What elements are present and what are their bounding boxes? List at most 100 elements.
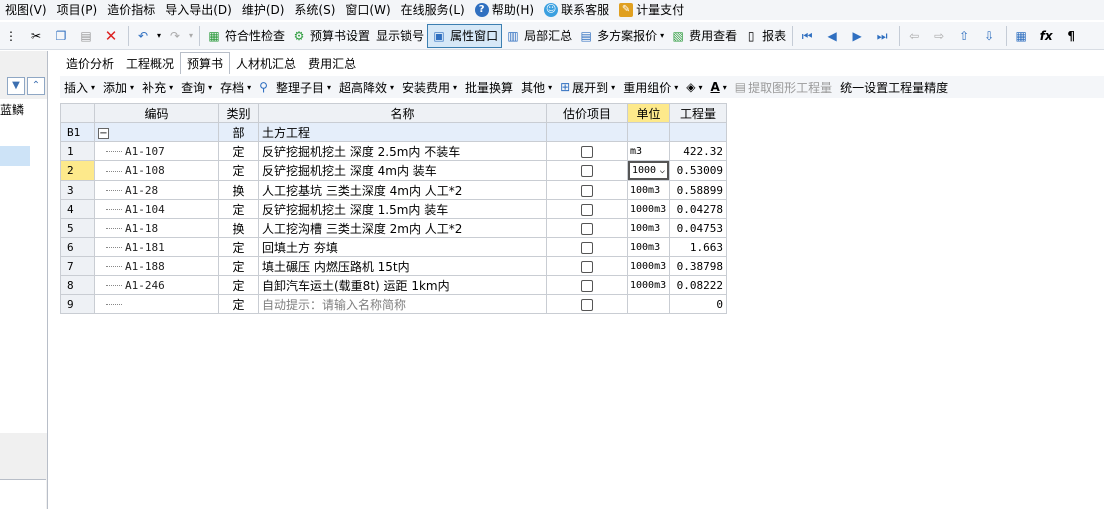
budget-settings-button[interactable]: ⚙ 预算书设置	[288, 24, 373, 48]
unit-cell[interactable]: m3	[627, 141, 670, 161]
name-cell[interactable]: 反铲挖掘机挖土 深度 2.5m内 不装车	[258, 141, 547, 161]
category-cell[interactable]: 定	[218, 199, 259, 219]
qty-cell[interactable]: 0.04278	[669, 199, 727, 219]
tree-selected-item[interactable]	[0, 146, 30, 166]
name-cell[interactable]: 自动提示：请输入名称简称	[258, 294, 547, 314]
install-fee-button[interactable]: 安装费用 ▾	[398, 77, 461, 97]
unit-cell[interactable]: 1000m3	[627, 199, 670, 219]
table-row[interactable]: 9 定 自动提示：请输入名称简称 0	[60, 294, 727, 314]
name-cell[interactable]: 人工挖基坑 三类土深度 4m内 人工*2	[258, 180, 547, 200]
table-row[interactable]: 5 A1-18 换 人工挖沟槽 三类土深度 2m内 人工*2 100m3 0.0…	[60, 218, 727, 238]
move-up-button[interactable]: ⇧	[953, 24, 978, 48]
category-cell[interactable]: 定	[218, 160, 259, 181]
last-button[interactable]: ⏭	[871, 24, 896, 48]
code-cell[interactable]: A1-104	[94, 199, 219, 219]
estimate-checkbox[interactable]	[581, 145, 593, 158]
table-row[interactable]: 7 A1-188 定 填土碾压 内燃压路机 15t内 1000m3 0.3879…	[60, 256, 727, 276]
unit-cell[interactable]	[627, 294, 670, 314]
show-lock-button[interactable]: 显示锁号	[373, 24, 427, 48]
menu-project[interactable]: 项目(P)	[52, 0, 103, 20]
fill-color-button[interactable]: ◈ ▾	[682, 77, 706, 97]
name-cell[interactable]: 自卸汽车运土(载重8t) 运距 1km内	[258, 275, 547, 295]
partial-summary-button[interactable]: ▥ 局部汇总	[502, 24, 575, 48]
code-cell[interactable]: −	[94, 122, 219, 142]
category-cell[interactable]: 换	[218, 218, 259, 238]
header-code[interactable]: 编码	[94, 103, 219, 123]
font-color-button[interactable]: A ▾	[706, 77, 730, 97]
tab-budget-book[interactable]: 预算书	[180, 52, 231, 74]
header-name[interactable]: 名称	[258, 103, 547, 123]
unit-cell[interactable]: 1000m3	[627, 256, 670, 276]
tab-labor-material-summary[interactable]: 人材机汇总	[230, 54, 302, 74]
menu-window[interactable]: 窗口(W)	[340, 0, 395, 20]
paste-button[interactable]: ▤	[75, 24, 100, 48]
super-high-button[interactable]: 超高降效 ▾	[335, 77, 398, 97]
compliance-check-button[interactable]: ▦ 符合性检查	[203, 24, 288, 48]
unit-cell[interactable]: 1000m3	[627, 275, 670, 295]
collapse-icon[interactable]: −	[98, 128, 109, 139]
other-button[interactable]: 其他 ▾	[517, 77, 556, 97]
delete-button[interactable]: ✕	[100, 24, 125, 48]
report-button[interactable]: ▯ 报表	[740, 24, 789, 48]
unit-dropdown[interactable]: 1000 ⌵	[628, 161, 669, 180]
collapse-button[interactable]: ▼	[7, 77, 25, 95]
category-cell[interactable]: 部	[218, 122, 259, 142]
tab-cost-analysis[interactable]: 造价分析	[60, 54, 120, 74]
supplement-button[interactable]: 补充 ▾	[138, 77, 177, 97]
copy-button[interactable]: ❐	[50, 24, 75, 48]
menu-maintenance[interactable]: 维护(D)	[237, 0, 290, 20]
name-cell[interactable]: 回填土方 夯填	[258, 237, 547, 257]
expand-to-button[interactable]: ⊞ 展开到 ▾	[556, 77, 619, 97]
undo-button[interactable]: ↶ ▾	[132, 24, 164, 48]
estimate-checkbox[interactable]	[581, 298, 593, 311]
unit-cell[interactable]: 100m3	[627, 180, 670, 200]
table-row[interactable]: 1 A1-107 定 反铲挖掘机挖土 深度 2.5m内 不装车 m3 422.3…	[60, 141, 727, 161]
move-right-button[interactable]: ⇨	[928, 24, 953, 48]
cut-button[interactable]: ✂	[25, 24, 50, 48]
estimate-cell[interactable]	[546, 294, 628, 314]
estimate-cell[interactable]	[546, 199, 628, 219]
qty-cell[interactable]	[669, 122, 727, 142]
estimate-checkbox[interactable]	[581, 222, 593, 235]
qty-cell[interactable]: 0.58899	[669, 180, 727, 200]
estimate-checkbox[interactable]	[581, 165, 593, 177]
unit-cell[interactable]	[627, 122, 670, 142]
estimate-cell[interactable]	[546, 180, 628, 200]
extract-qty-button[interactable]: ▤ 提取图形工程量	[731, 77, 836, 97]
unify-precision-button[interactable]: 统一设置工程量精度	[836, 77, 952, 97]
property-window-button[interactable]: ▣ 属性窗口	[427, 23, 503, 48]
code-cell[interactable]: A1-107	[94, 141, 219, 161]
unit-cell[interactable]: 100m3	[627, 237, 670, 257]
add-button[interactable]: 添加 ▾	[99, 77, 138, 97]
category-cell[interactable]: 定	[218, 141, 259, 161]
tree-item[interactable]: 蓝鳞	[0, 99, 47, 118]
estimate-checkbox[interactable]	[581, 203, 593, 216]
qty-cell[interactable]: 0.04753	[669, 218, 727, 238]
estimate-checkbox[interactable]	[581, 241, 593, 254]
find-button[interactable]: ⚲	[255, 77, 272, 97]
paragraph-button[interactable]: ¶	[1060, 24, 1085, 48]
prev-button[interactable]: ◀	[821, 24, 846, 48]
move-down-button[interactable]: ⇩	[978, 24, 1003, 48]
estimate-cell[interactable]	[546, 141, 628, 161]
fee-view-button[interactable]: ▧ 费用查看	[667, 24, 740, 48]
redo-button[interactable]: ↷ ▾	[164, 24, 196, 48]
category-cell[interactable]: 定	[218, 275, 259, 295]
organize-button[interactable]: 整理子目 ▾	[272, 77, 335, 97]
code-cell[interactable]: A1-18	[94, 218, 219, 238]
qty-cell[interactable]: 0.38798	[669, 256, 727, 276]
table-row[interactable]: 8 A1-246 定 自卸汽车运土(载重8t) 运距 1km内 1000m3 0…	[60, 275, 727, 295]
name-cell[interactable]: 土方工程	[258, 122, 547, 142]
name-cell[interactable]: 反铲挖掘机挖土 深度 1.5m内 装车	[258, 199, 547, 219]
menu-online-service[interactable]: 在线服务(L)	[396, 0, 470, 20]
next-button[interactable]: ▶	[846, 24, 871, 48]
header-qty[interactable]: 工程量	[669, 103, 727, 123]
corner-header[interactable]	[60, 103, 95, 123]
multi-quote-button[interactable]: ▤ 多方案报价 ▾	[575, 24, 667, 48]
unit-cell[interactable]: 1000 ⌵	[627, 160, 670, 181]
estimate-checkbox[interactable]	[581, 279, 593, 292]
menu-help[interactable]: ? 帮助(H)	[470, 0, 539, 20]
estimate-cell[interactable]	[546, 160, 628, 181]
tab-fee-summary[interactable]: 费用汇总	[302, 54, 362, 74]
unit-cell[interactable]: 100m3	[627, 218, 670, 238]
